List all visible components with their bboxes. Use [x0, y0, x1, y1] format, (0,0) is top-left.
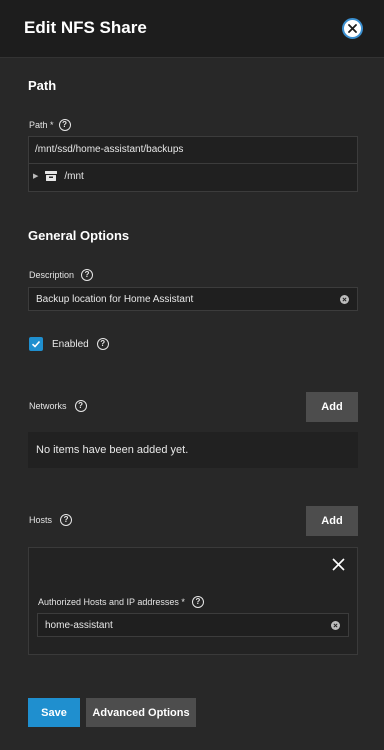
networks-label: Networks ?	[29, 400, 87, 412]
help-icon[interactable]: ?	[191, 596, 204, 608]
general-options-title: General Options	[28, 228, 130, 243]
close-icon	[348, 24, 357, 33]
divider	[29, 163, 357, 164]
add-network-button[interactable]: Add	[306, 392, 358, 422]
host-address-label-text: Authorized Hosts and IP addresses *	[38, 597, 185, 607]
host-address-label: Authorized Hosts and IP addresses * ?	[38, 596, 204, 608]
path-input[interactable]: /mnt/ssd/home-assistant/backups	[35, 144, 183, 155]
help-icon[interactable]: ?	[74, 400, 87, 412]
empty-message: No items have been added yet.	[36, 444, 189, 456]
description-label-text: Description	[29, 270, 75, 280]
checkmark-icon	[31, 340, 41, 348]
tree-node-mnt[interactable]: ▶ /mnt	[33, 170, 84, 182]
help-icon[interactable]: ?	[96, 338, 109, 350]
save-button[interactable]: Save	[28, 698, 80, 727]
path-section-title: Path	[28, 78, 57, 93]
close-dialog-button[interactable]	[342, 18, 363, 39]
clear-icon[interactable]	[331, 621, 340, 630]
advanced-options-button[interactable]: Advanced Options	[86, 698, 196, 727]
description-input[interactable]: Backup location for Home Assistant	[28, 287, 358, 311]
add-host-button[interactable]: Add	[306, 506, 358, 536]
remove-host-icon[interactable]	[332, 558, 345, 571]
dataset-icon	[45, 171, 58, 181]
path-label: Path * ?	[29, 119, 71, 131]
hosts-label-text: Hosts	[29, 515, 53, 525]
clear-icon[interactable]	[340, 295, 349, 304]
networks-empty-state: No items have been added yet.	[28, 432, 358, 468]
description-label: Description ?	[29, 269, 94, 281]
path-label-text: Path *	[29, 120, 54, 130]
help-icon[interactable]: ?	[60, 514, 73, 526]
host-address-value: home-assistant	[45, 620, 113, 631]
enabled-label-text: Enabled	[52, 338, 89, 350]
hosts-label: Hosts ?	[29, 514, 73, 526]
path-explorer: /mnt/ssd/home-assistant/backups ▶ /mnt	[28, 136, 358, 192]
networks-label-text: Networks	[29, 401, 67, 411]
host-address-input[interactable]: home-assistant	[37, 613, 349, 637]
enabled-checkbox[interactable]	[29, 337, 43, 351]
help-icon[interactable]: ?	[58, 119, 71, 131]
help-icon[interactable]: ?	[81, 269, 94, 281]
tree-node-label: /mnt	[64, 170, 84, 182]
description-value: Backup location for Home Assistant	[36, 294, 194, 305]
enabled-label: Enabled ?	[52, 338, 109, 350]
dialog-title: Edit NFS Share	[24, 18, 147, 37]
expand-caret-icon[interactable]: ▶	[33, 172, 38, 180]
dialog-header: Edit NFS Share	[0, 0, 384, 58]
